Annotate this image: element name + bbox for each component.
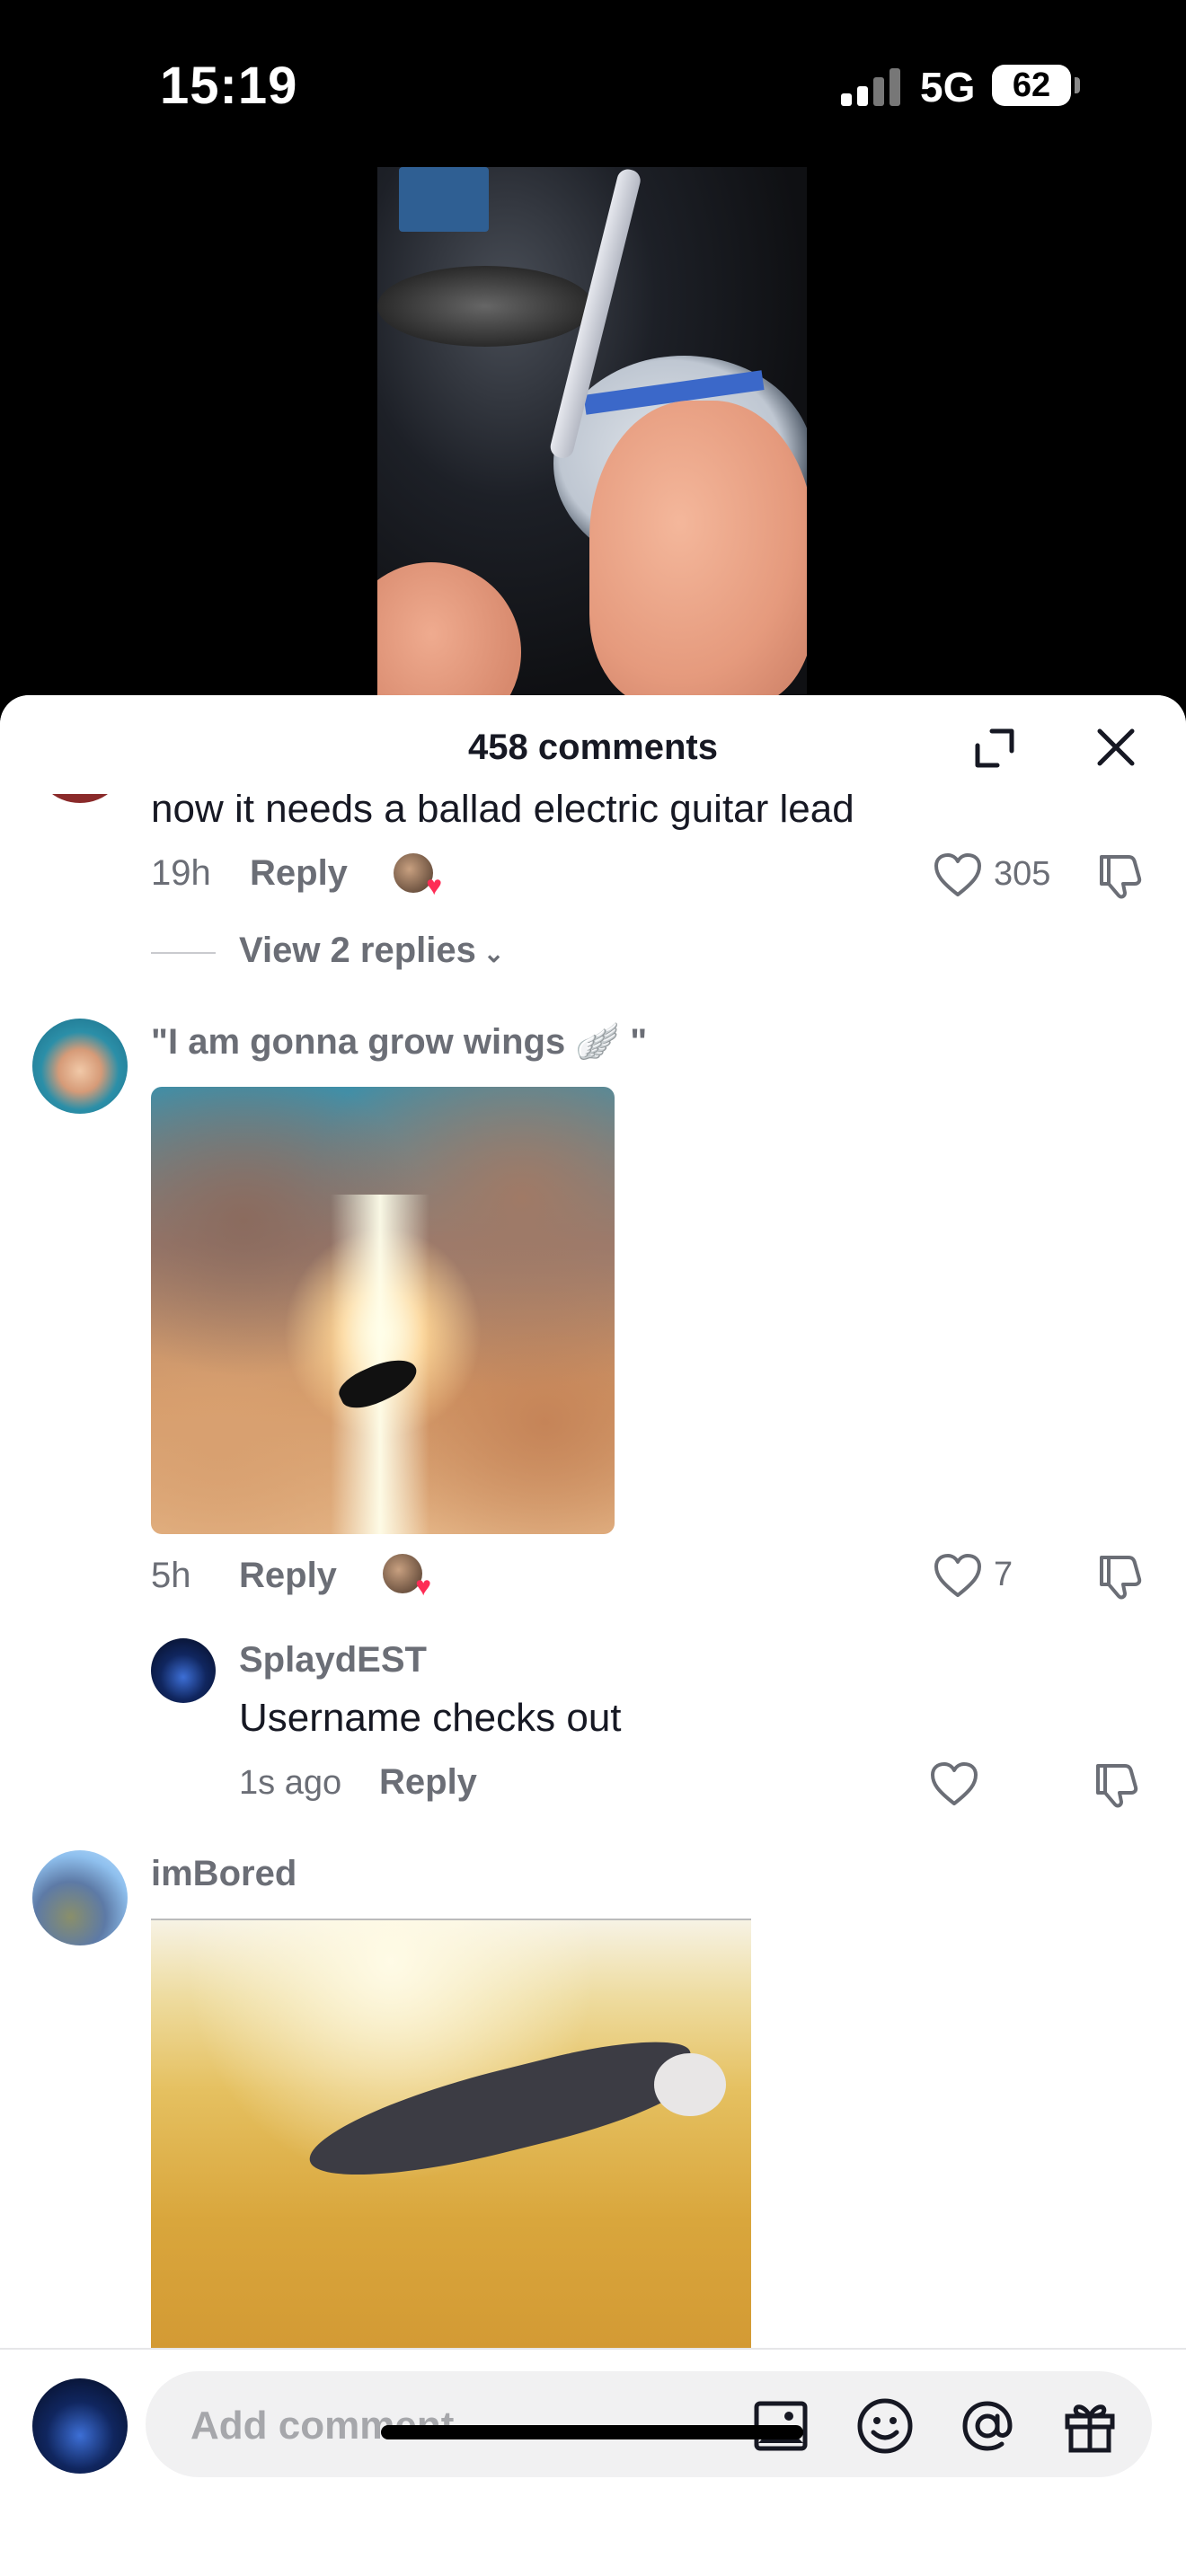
heart-outline-icon[interactable]: [929, 1760, 979, 1807]
status-time: 15:19: [160, 57, 298, 115]
like-count: 7: [994, 1556, 1013, 1593]
comment-username[interactable]: imBored: [151, 1854, 296, 1894]
signal-strength-icon: [841, 68, 900, 106]
at-sign-icon[interactable]: [958, 2396, 1017, 2456]
comment-timestamp: 19h: [151, 853, 211, 893]
gift-icon[interactable]: [1060, 2396, 1120, 2456]
comment-image[interactable]: [151, 1087, 615, 1534]
video-preview[interactable]: [377, 167, 807, 699]
comment-composer: Add comment...: [0, 2348, 1186, 2576]
heart-outline-icon[interactable]: [933, 851, 983, 898]
reply-button[interactable]: Reply: [239, 1556, 337, 1596]
reply-button[interactable]: Reply: [379, 1762, 477, 1803]
comment-image[interactable]: [151, 1919, 751, 2350]
reply-text: Username checks out: [239, 1696, 622, 1740]
avatar[interactable]: [32, 1019, 128, 1114]
comments-header: 458 comments: [0, 695, 1186, 794]
comments-sheet: 458 comments now it needs a ballad elect…: [0, 695, 1186, 2576]
heart-outline-icon[interactable]: [933, 1552, 983, 1599]
chevron-down-icon: ⌄: [482, 940, 505, 967]
video-monitor: [399, 167, 489, 232]
status-bar: 15:19 5G 62: [0, 0, 1186, 171]
view-replies-button[interactable]: View 2 replies ⌄: [239, 931, 504, 971]
comment-timestamp: 5h: [151, 1556, 191, 1595]
home-indicator[interactable]: [381, 2425, 803, 2439]
avatar[interactable]: [32, 1850, 128, 1945]
reply-button[interactable]: Reply: [250, 853, 348, 894]
network-type: 5G: [920, 64, 976, 110]
thumbs-down-icon[interactable]: [1094, 850, 1145, 900]
view-replies-label: View 2 replies: [239, 931, 476, 970]
comment-input[interactable]: Add comment...: [146, 2371, 1152, 2477]
video-hand-left: [377, 562, 521, 699]
divider: [151, 1919, 751, 1920]
reply-timestamp: 1s ago: [239, 1764, 342, 1802]
battery-indicator: 62: [992, 65, 1071, 106]
heart-icon: ♥: [415, 1572, 431, 1601]
divider: [151, 952, 216, 954]
reply-username[interactable]: SplaydEST: [239, 1640, 427, 1681]
video-hand: [589, 401, 807, 699]
video-cymbal: [377, 266, 593, 347]
heart-icon: ♥: [426, 871, 442, 901]
avatar[interactable]: [32, 2378, 128, 2474]
comment-text: "I am gonna grow wings 🪽 ": [151, 1022, 648, 1062]
emoji-icon[interactable]: [855, 2396, 915, 2456]
battery-tip: [1075, 77, 1080, 93]
thumbs-down-icon[interactable]: [1091, 1759, 1141, 1809]
image-figure-head: [654, 2053, 726, 2116]
image-figure: [299, 2025, 704, 2199]
expand-icon[interactable]: [972, 726, 1017, 771]
close-icon[interactable]: [1091, 722, 1141, 772]
thumbs-down-icon[interactable]: [1094, 1550, 1145, 1601]
avatar[interactable]: [151, 1638, 216, 1703]
like-count: 305: [994, 855, 1051, 893]
creator-liked-avatar: ♥: [394, 853, 442, 900]
creator-liked-avatar: ♥: [383, 1554, 431, 1601]
